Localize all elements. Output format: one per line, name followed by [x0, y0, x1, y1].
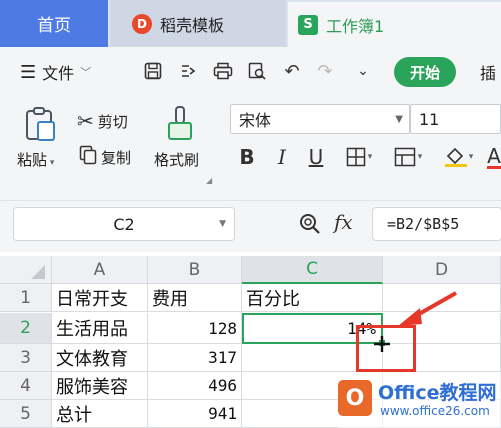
- row-header-1[interactable]: 1: [0, 284, 52, 312]
- file-menu-label: 文件: [42, 64, 75, 83]
- chevron-down-icon: ▾: [47, 158, 55, 168]
- paste-button[interactable]: 粘贴 ▾: [17, 149, 54, 170]
- underline-icon[interactable]: U: [306, 144, 326, 170]
- tab-insert[interactable]: 插: [480, 60, 496, 84]
- formula-input[interactable]: =B2/$B$5: [372, 207, 501, 241]
- save-icon[interactable]: [142, 60, 164, 82]
- column-header-d[interactable]: D: [383, 256, 501, 284]
- borders-icon[interactable]: ▾: [341, 144, 377, 170]
- column-header-c[interactable]: C: [242, 256, 383, 284]
- undo-icon[interactable]: ↶: [281, 60, 303, 82]
- row-header-5[interactable]: 5: [0, 400, 52, 428]
- fill-color-icon[interactable]: ▾: [438, 144, 478, 170]
- annotation-highlight-box: [356, 325, 416, 372]
- cell-c1[interactable]: 百分比: [242, 284, 383, 312]
- tab-templates-label: 稻壳模板: [160, 15, 225, 35]
- redo-icon[interactable]: ↷: [314, 60, 336, 82]
- name-box-value: C2: [113, 214, 135, 234]
- paste-label: 粘贴: [17, 151, 48, 169]
- annotation-arrow-icon: [390, 290, 460, 330]
- row-header-3[interactable]: 3: [0, 344, 52, 372]
- cell-a3[interactable]: 文体教育: [52, 344, 148, 372]
- hamburger-icon: ☰: [20, 61, 37, 83]
- copy-label: 复制: [101, 148, 132, 167]
- insert-function-icon[interactable]: fx: [334, 210, 353, 234]
- print-icon[interactable]: [212, 60, 234, 82]
- watermark-title: Office教程网: [378, 382, 497, 404]
- tab-home[interactable]: 首页: [0, 0, 108, 47]
- cut-label: 剪切: [97, 112, 128, 131]
- copy-icon: [79, 145, 97, 169]
- italic-icon[interactable]: I: [273, 144, 291, 170]
- paste-icon[interactable]: [22, 105, 58, 143]
- file-menu[interactable]: ☰ 文件 ﹀: [20, 59, 91, 85]
- cell-b1[interactable]: 费用: [148, 284, 242, 312]
- tab-start[interactable]: 开始: [394, 57, 456, 87]
- chevron-down-icon: ▼: [395, 114, 403, 125]
- spreadsheet-icon: S: [298, 14, 318, 35]
- clipboard-group-launcher-icon[interactable]: ◢: [206, 176, 212, 185]
- bold-icon[interactable]: B: [238, 144, 256, 170]
- column-header-a[interactable]: A: [52, 256, 148, 284]
- tab-templates[interactable]: D 稻壳模板: [110, 0, 286, 47]
- select-all-corner[interactable]: [0, 256, 52, 284]
- cell-b3[interactable]: 317: [148, 344, 242, 372]
- cell-b5[interactable]: 941: [148, 400, 242, 428]
- watermark-url: www.office26.com: [380, 404, 490, 418]
- more-commands-icon[interactable]: ⌄: [352, 60, 374, 82]
- scissors-icon: ✂: [77, 109, 94, 133]
- row-header-2[interactable]: 2: [0, 313, 52, 344]
- docer-logo-icon: D: [132, 13, 152, 34]
- format-painter-label[interactable]: 格式刷: [154, 149, 199, 170]
- cell-style-icon[interactable]: ▾: [388, 144, 428, 170]
- font-name-value: 宋体: [239, 111, 272, 130]
- office-logo-icon: O: [338, 380, 372, 416]
- font-name-select[interactable]: 宋体 ▼: [230, 104, 410, 134]
- column-header-b[interactable]: B: [148, 256, 242, 284]
- cut-button[interactable]: ✂ 剪切: [77, 109, 128, 133]
- cell-b2[interactable]: 128: [148, 313, 242, 344]
- chevron-down-icon: ▼: [219, 219, 226, 229]
- tab-workbook-label: 工作簿1: [326, 16, 385, 36]
- cell-a2[interactable]: 生活用品: [52, 313, 148, 344]
- font-color-icon[interactable]: A: [487, 144, 501, 170]
- print-preview-icon[interactable]: [246, 60, 268, 82]
- export-icon[interactable]: [177, 60, 199, 82]
- find-icon[interactable]: [298, 212, 322, 236]
- font-size-value: 11: [419, 109, 440, 129]
- row-header-4[interactable]: 4: [0, 372, 52, 400]
- chevron-down-icon: ﹀: [80, 66, 92, 79]
- tab-workbook[interactable]: S 工作簿1: [288, 2, 501, 47]
- format-painter-icon[interactable]: [162, 105, 198, 143]
- cell-b4[interactable]: 496: [148, 372, 242, 400]
- font-size-select[interactable]: 11: [410, 104, 501, 134]
- name-box[interactable]: C2 ▼: [13, 207, 235, 241]
- cell-a5[interactable]: 总计: [52, 400, 148, 428]
- cell-a4[interactable]: 服饰美容: [52, 372, 148, 400]
- copy-button[interactable]: 复制: [79, 145, 131, 169]
- cell-a1[interactable]: 日常开支: [52, 284, 148, 312]
